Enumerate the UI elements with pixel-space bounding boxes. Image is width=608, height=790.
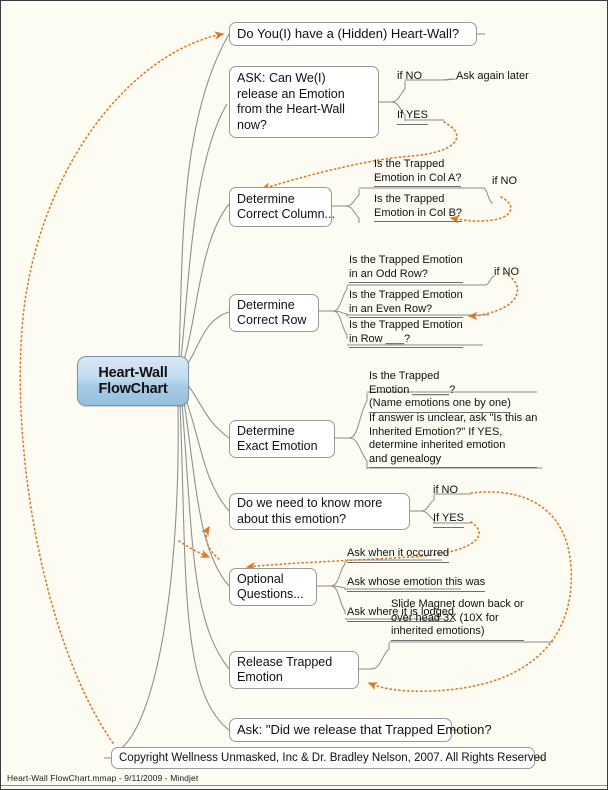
topic-label-line-2: Exact Emotion <box>237 439 318 453</box>
leaf-label-line-1: If answer is unclear, ask "Is this an <box>369 412 538 424</box>
topic-determine-exact-emotion[interactable]: Determine Exact Emotion <box>229 420 335 458</box>
topic-need-to-know-more[interactable]: Do we need to know more about this emoti… <box>229 493 410 530</box>
leaf-label-line-2: Emotion ______? <box>369 383 456 396</box>
leaf-ask-release-if-yes[interactable]: If YES <box>397 109 428 125</box>
mindmap-canvas: Heart-Wall FlowChart Do You(I) have a (H… <box>0 0 608 790</box>
leaf-label-line-1: Slide Magnet down back or <box>391 598 524 610</box>
leaf-label-line-4: and genealogy <box>369 452 442 465</box>
leaf-label-line-3: (Name emotions one by one) <box>369 397 511 409</box>
leaf-label-line-1: Is the Trapped <box>369 370 440 382</box>
leaf-label-line-1: Is the Trapped Emotion <box>349 319 463 331</box>
leaf-label-line-2: Emotion in Col A? <box>374 171 462 184</box>
leaf-label-line-3: determine inherited emotion <box>369 439 506 451</box>
leaf-ask-when-occurred[interactable]: Ask when it occurred <box>347 547 450 563</box>
central-topic[interactable]: Heart-Wall FlowChart <box>77 356 189 406</box>
topic-optional-questions[interactable]: Optional Questions... <box>229 568 317 606</box>
topic-label-line-1: Optional <box>237 571 284 586</box>
leaf-emotion-blank-question[interactable]: Is the Trapped Emotion ______? (Name emo… <box>369 370 511 413</box>
topic-label-line-1: Determine <box>237 423 295 438</box>
central-topic-line-2: FlowChart <box>98 381 168 397</box>
leaf-label-line-2: in an Odd Row? <box>349 267 428 280</box>
leaf-label: Ask again later <box>456 70 529 82</box>
topic-label-line-2: Emotion <box>237 670 283 684</box>
leaf-row-if-no[interactable]: if NO <box>494 266 519 281</box>
topic-label: Ask: "Did we release that Trapped Emotio… <box>237 722 492 737</box>
topic-determine-correct-row[interactable]: Determine Correct Row <box>229 294 319 332</box>
leaf-col-b-question[interactable]: Is the Trapped Emotion in Col B? <box>374 193 463 222</box>
leaf-row-blank-question[interactable]: Is the Trapped Emotion in Row ___? <box>349 319 463 348</box>
topic-ask-can-we-release[interactable]: ASK: Can We(I) release an Emotion from t… <box>229 66 379 138</box>
topic-label-line-2: about this emotion? <box>237 511 347 526</box>
central-topic-line-1: Heart-Wall <box>98 365 168 381</box>
leaf-even-row-question[interactable]: Is the Trapped Emotion in an Even Row? <box>349 289 463 318</box>
topic-label-line-2: Correct Column... <box>237 207 335 221</box>
leaf-label: if NO <box>494 266 520 278</box>
leaf-label-line-2: in an Even Row? <box>349 302 433 315</box>
leaf-label-line-2: over head 3X (10X for <box>391 611 499 624</box>
footer-divider <box>1 785 607 786</box>
topic-label: Do You(I) have a (Hidden) Heart-Wall? <box>237 26 460 41</box>
topic-release-trapped-emotion[interactable]: Release Trapped Emotion <box>229 651 359 689</box>
topic-label-line-1: Release Trapped <box>237 654 333 669</box>
leaf-label: if NO <box>492 175 518 187</box>
topic-label-line-1: ASK: Can We(I) <box>237 71 326 85</box>
leaf-label-line-3: inherited emotions) <box>391 625 485 637</box>
leaf-label-line-1: Is the Trapped <box>374 193 445 205</box>
leaf-label: if NO <box>433 484 459 496</box>
leaf-know-more-if-no[interactable]: if NO <box>433 484 458 499</box>
leaf-label: if NO <box>397 70 423 82</box>
footer-filename-label: Heart-Wall FlowChart.mmap - 9/11/2009 - … <box>7 773 199 783</box>
leaf-label-line-2: Inherited Emotion?" If YES, <box>369 425 503 438</box>
leaf-label-line-1: Is the Trapped Emotion <box>349 254 463 266</box>
leaf-column-if-no[interactable]: if NO <box>492 175 517 190</box>
leaf-col-a-question[interactable]: Is the Trapped Emotion in Col A? <box>374 158 462 187</box>
topic-label-line-2: Questions... <box>237 587 304 601</box>
leaf-label-line-1: Is the Trapped Emotion <box>349 289 463 301</box>
topic-do-you-have-heart-wall[interactable]: Do You(I) have a (Hidden) Heart-Wall? <box>229 22 477 46</box>
topic-label-line-3: from the Heart-Wall <box>237 102 345 116</box>
leaf-ask-release-if-no[interactable]: if NO <box>397 70 422 85</box>
topic-label: Copyright Wellness Unmasked, Inc & Dr. B… <box>119 752 547 764</box>
leaf-label-line-2: in Row ___? <box>349 332 411 345</box>
leaf-slide-magnet-instruction[interactable]: Slide Magnet down back or over head 3X (… <box>391 598 524 641</box>
leaf-ask-whose-emotion[interactable]: Ask whose emotion this was <box>347 576 486 592</box>
topic-label-line-1: Determine <box>237 297 295 312</box>
leaf-label: If YES <box>397 109 428 121</box>
topic-determine-correct-column[interactable]: Determine Correct Column... <box>229 187 335 227</box>
leaf-label: If YES <box>433 512 464 524</box>
leaf-label-line-1: Is the Trapped <box>374 158 445 170</box>
topic-label-line-2: Correct Row <box>237 313 307 327</box>
leaf-ask-again-later[interactable]: Ask again later <box>456 70 529 85</box>
topic-label-line-2: release an Emotion <box>237 86 345 101</box>
leaf-odd-row-question[interactable]: Is the Trapped Emotion in an Odd Row? <box>349 254 463 283</box>
leaf-label: Ask whose emotion this was <box>347 576 486 588</box>
leaf-label: Ask when it occurred <box>347 547 450 559</box>
leaf-know-more-if-yes[interactable]: If YES <box>433 512 464 528</box>
leaf-label-line-2: Emotion in Col B? <box>374 206 463 219</box>
topic-label-line-1: Determine <box>237 191 295 206</box>
topic-ask-did-we-release[interactable]: Ask: "Did we release that Trapped Emotio… <box>229 718 492 742</box>
topic-copyright[interactable]: Copyright Wellness Unmasked, Inc & Dr. B… <box>111 747 547 769</box>
topic-label-line-4: now? <box>237 117 267 132</box>
topic-label-line-1: Do we need to know more <box>237 496 383 510</box>
leaf-inherited-emotion-instruction[interactable]: If answer is unclear, ask "Is this an In… <box>369 412 538 468</box>
